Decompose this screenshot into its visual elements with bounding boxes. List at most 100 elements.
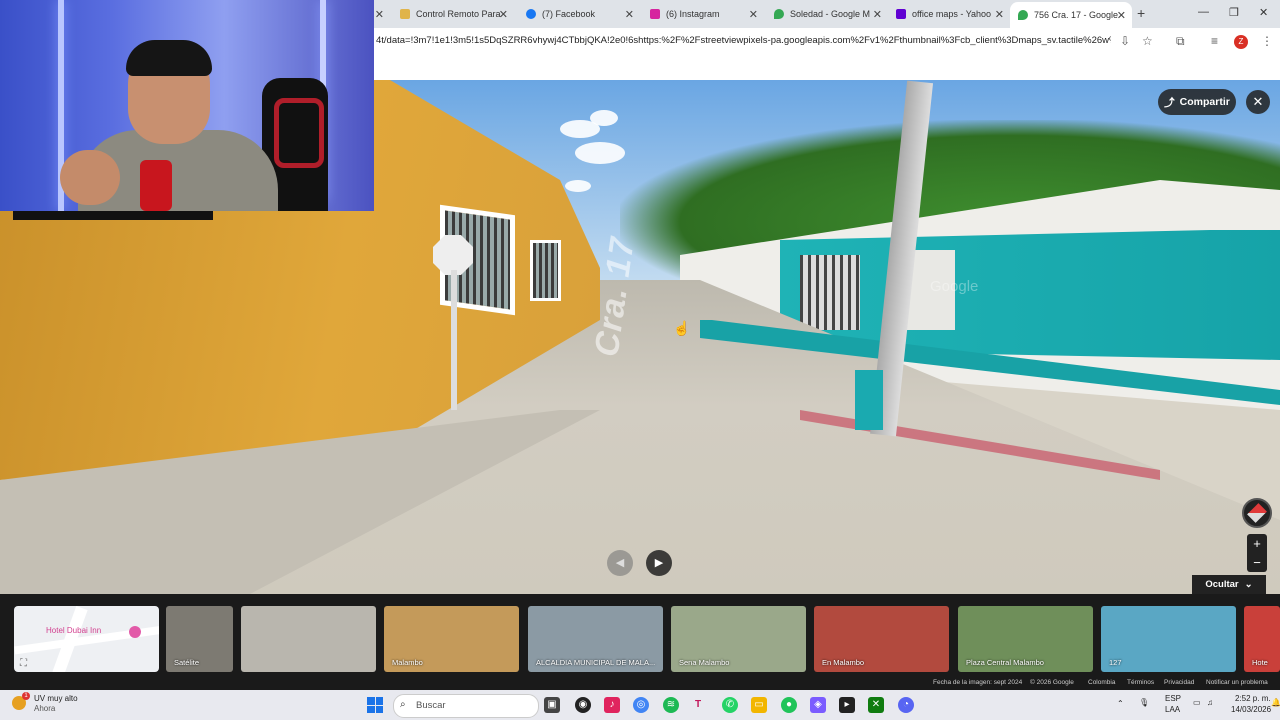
tab-label: Soledad - Google M — [790, 9, 871, 19]
tab-control-remoto[interactable]: Control Remoto Para ✕ — [392, 3, 514, 25]
chrome-icon[interactable]: ◎ — [633, 697, 649, 713]
language-code[interactable]: ESP — [1165, 694, 1181, 703]
start-button[interactable] — [367, 697, 383, 713]
tab-instagram[interactable]: (6) Instagram ✕ — [642, 3, 764, 25]
next-photo-button[interactable]: ▶ — [646, 550, 672, 576]
cloud — [590, 110, 618, 126]
photo-thumb[interactable] — [241, 606, 376, 672]
photo-strip: Hotel Dubai Inn ⛶ Satélite Malambo ALCAL… — [0, 594, 1280, 690]
keyboard-layout[interactable]: LAA — [1165, 705, 1180, 714]
weather-subtitle: Ahora — [34, 704, 56, 713]
person-hand — [60, 150, 120, 205]
terms-link[interactable]: Términos — [1127, 679, 1154, 686]
clock-time[interactable]: 2:52 p. m. — [1235, 694, 1271, 703]
volume-icon[interactable]: ♫ — [1207, 698, 1213, 707]
thumb-caption: Plaza Central Malambo — [966, 658, 1044, 667]
chevron-down-icon: ⌄ — [1244, 579, 1253, 590]
capcut-icon[interactable]: ♪ — [604, 697, 620, 713]
webcam-bar — [13, 211, 213, 220]
install-app-icon[interactable]: ⇩ — [1120, 34, 1130, 48]
cloud — [575, 142, 625, 164]
weather-title: UV muy alto — [34, 694, 78, 703]
search-icon: ⌕ — [400, 699, 406, 710]
network-icon[interactable]: ▭ — [1193, 698, 1201, 707]
expand-map-icon[interactable]: ⛶ — [20, 658, 27, 669]
share-label: Compartir — [1179, 96, 1230, 108]
photo-thumb[interactable]: Sena Malambo — [671, 606, 806, 672]
photo-thumb[interactable]: Hote — [1244, 606, 1280, 672]
report-problem-link[interactable]: Notificar un problema — [1206, 679, 1268, 686]
extensions-icon[interactable]: ⧉ — [1176, 34, 1185, 49]
url-text[interactable]: 4t/data=!3m7!1e1!3m5!1s5DqSZRR6vhywj4CTb… — [376, 35, 1111, 46]
zoom-in-button[interactable]: + — [1247, 534, 1267, 553]
photo-thumb[interactable]: Plaza Central Malambo — [958, 606, 1093, 672]
thumb-caption: Hote — [1252, 658, 1268, 667]
text-app-icon[interactable]: T — [690, 697, 706, 713]
photo-thumb[interactable]: Malambo — [384, 606, 519, 672]
photo-thumb[interactable]: En Malambo — [814, 606, 949, 672]
tab-facebook[interactable]: (7) Facebook ✕ — [518, 3, 640, 25]
tab-soledad-maps[interactable]: Soledad - Google M ✕ — [766, 3, 888, 25]
share-icon: ⤴ — [1164, 96, 1175, 109]
photo-thumb[interactable]: Satélite — [166, 606, 233, 672]
clock-date[interactable]: 14/03/2026 — [1231, 705, 1271, 714]
microphone — [140, 160, 172, 211]
spotify-icon[interactable]: ≋ — [663, 697, 679, 713]
country-link[interactable]: Colombia — [1088, 679, 1115, 686]
compass-icon[interactable] — [1242, 498, 1272, 528]
terminal-icon[interactable]: ▸ — [839, 697, 855, 713]
task-view-icon[interactable]: ▣ — [544, 697, 560, 713]
cloud — [565, 180, 591, 192]
thumb-caption: En Malambo — [822, 658, 865, 667]
taskbar-search[interactable]: ⌕ Buscar — [393, 694, 539, 718]
media-controls-icon[interactable]: ≡ — [1211, 34, 1218, 48]
hide-thumbnails-button[interactable]: Ocultar ⌄ — [1192, 575, 1266, 594]
browser-menu-icon[interactable]: ⋮ — [1261, 34, 1273, 48]
minimize-button[interactable]: — — [1198, 6, 1209, 18]
thumb-caption: ALCALDIA MUNICIPAL DE MALA... — [536, 658, 656, 667]
xbox-icon[interactable]: ✕ — [868, 697, 884, 713]
tab-office-maps-yahoo[interactable]: office maps - Yahoo ✕ — [888, 3, 1010, 25]
restore-button[interactable]: ❐ — [1229, 6, 1239, 19]
privacy-link[interactable]: Privacidad — [1164, 679, 1194, 686]
close-icon[interactable]: ✕ — [625, 8, 634, 21]
close-icon[interactable]: ✕ — [749, 8, 758, 21]
close-icon[interactable]: ✕ — [499, 8, 508, 21]
whatsapp-icon[interactable]: ✆ — [722, 697, 738, 713]
new-tab-button[interactable]: + — [1137, 5, 1145, 21]
bookmark-star-icon[interactable]: ☆ — [1142, 34, 1153, 48]
barred-window — [800, 255, 860, 330]
share-button[interactable]: ⤴ Compartir — [1158, 89, 1236, 115]
sign-pole — [451, 270, 457, 410]
copyright: © 2026 Google — [1030, 679, 1074, 686]
microphone-icon[interactable]: 🎙 — [1139, 698, 1149, 707]
photo-thumb[interactable]: ALCALDIA MUNICIPAL DE MALA... — [528, 606, 663, 672]
file-explorer-icon[interactable]: ▭ — [751, 697, 767, 713]
close-street-view-button[interactable]: ✕ — [1246, 90, 1270, 114]
zoom-out-button[interactable]: − — [1247, 553, 1267, 572]
obs-icon[interactable]: ◉ — [575, 697, 591, 713]
chevron-up-icon[interactable]: ⌃ — [1117, 699, 1124, 708]
notifications-icon[interactable]: 🔔 — [1271, 698, 1280, 707]
mouse-cursor-icon: ☝ — [673, 320, 691, 336]
close-icon[interactable]: ✕ — [873, 8, 882, 21]
profile-avatar[interactable]: Z — [1234, 35, 1248, 49]
search-placeholder: Buscar — [416, 700, 446, 711]
facebook-icon — [526, 9, 536, 19]
thumb-caption: Sena Malambo — [679, 658, 730, 667]
webcam-overlay — [0, 0, 374, 211]
photo-thumb[interactable]: 127 — [1101, 606, 1236, 672]
discord-icon[interactable]: ◔ — [898, 697, 914, 713]
mini-map[interactable]: Hotel Dubai Inn ⛶ — [14, 606, 159, 672]
chat-app-icon[interactable]: ● — [781, 697, 797, 713]
close-icon[interactable]: ✕ — [1117, 9, 1126, 22]
chevron-right-icon: ▶ — [654, 557, 664, 569]
gamepad-app-icon[interactable]: ◈ — [810, 697, 826, 713]
window-close-button[interactable]: ✕ — [1259, 6, 1268, 19]
zoom-control: + − — [1247, 534, 1267, 572]
tab-label: office maps - Yahoo — [912, 9, 992, 19]
previous-photo-button[interactable]: ◀ — [607, 550, 633, 576]
tab-cra17-maps[interactable]: 756 Cra. 17 - Google ✕ — [1010, 2, 1132, 28]
close-icon[interactable]: ✕ — [995, 8, 1004, 21]
close-icon[interactable]: ✕ — [375, 8, 384, 21]
